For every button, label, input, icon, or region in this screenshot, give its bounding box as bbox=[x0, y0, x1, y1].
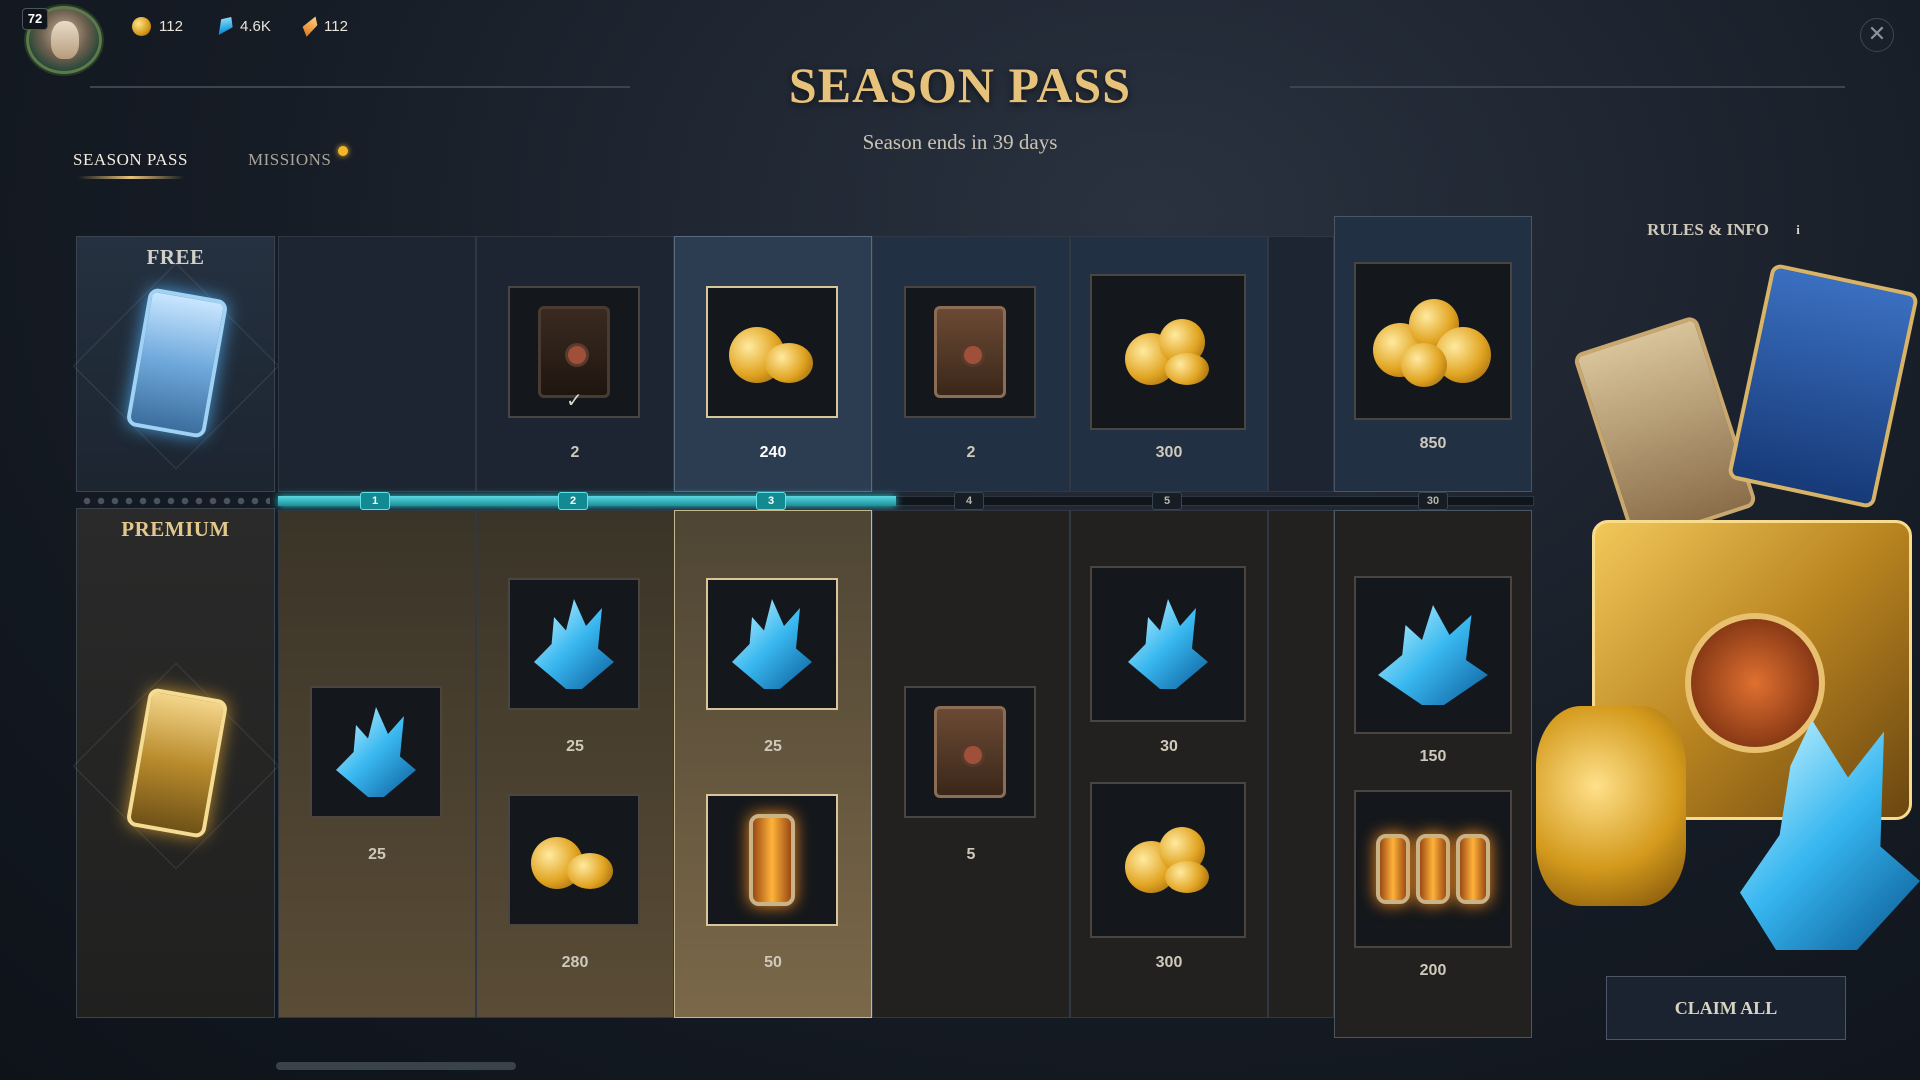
free-reward-level-partial bbox=[1268, 236, 1334, 492]
player-level-badge: 72 bbox=[22, 8, 48, 30]
premium-reward-slot[interactable] bbox=[508, 578, 640, 710]
premium-reward-value: 50 bbox=[764, 954, 782, 971]
coin-shape bbox=[1401, 343, 1447, 387]
currency-shard: 112 bbox=[304, 14, 348, 38]
gold-coins-icon bbox=[1125, 319, 1211, 385]
free-reward-slot[interactable] bbox=[1090, 274, 1246, 430]
gold-coins-icon bbox=[729, 319, 815, 385]
lantern-icon bbox=[1456, 834, 1490, 904]
currency-gold: 112 bbox=[132, 14, 183, 38]
blue-crystal-icon bbox=[1128, 599, 1208, 689]
free-reward-slot[interactable] bbox=[1354, 262, 1512, 420]
level-node[interactable]: 4 bbox=[954, 492, 984, 510]
premium-reward-value: 200 bbox=[1419, 962, 1447, 979]
coin-shape bbox=[1165, 353, 1209, 385]
currency-gold-value: 112 bbox=[159, 17, 183, 35]
free-reward-level-1 bbox=[278, 236, 476, 492]
free-reward-slot[interactable] bbox=[904, 286, 1036, 418]
free-reward-value: 2 bbox=[570, 444, 580, 461]
keyhole-icon bbox=[1685, 613, 1825, 753]
premium-reward-value: 150 bbox=[1419, 748, 1447, 765]
gold-coins-icon bbox=[1125, 827, 1211, 893]
avatar-portrait bbox=[51, 21, 79, 59]
blue-crystal-icon bbox=[732, 599, 812, 689]
lantern-icon bbox=[749, 814, 795, 906]
free-reward-value: 2 bbox=[966, 444, 976, 461]
premium-reward-value: 25 bbox=[566, 738, 584, 755]
currency-shard-value: 112 bbox=[324, 17, 348, 35]
premium-reward-value: 280 bbox=[561, 954, 589, 971]
lantern-icon bbox=[1416, 834, 1450, 904]
level-node[interactable]: 2 bbox=[558, 492, 588, 510]
premium-reward-value: 25 bbox=[764, 738, 782, 755]
free-reward-slot-selected[interactable] bbox=[706, 286, 838, 418]
lantern-icon bbox=[1376, 834, 1410, 904]
level-node[interactable]: 5 bbox=[1152, 492, 1182, 510]
blue-crystal-icon bbox=[336, 707, 416, 797]
close-button[interactable]: ✕ bbox=[1860, 18, 1894, 52]
blue-crystal-cluster-icon bbox=[1378, 605, 1488, 705]
premium-reward-slot[interactable] bbox=[706, 794, 838, 926]
claimed-check-icon: ✓ bbox=[566, 388, 583, 412]
rules-info-label: RULES & INFO bbox=[1647, 220, 1769, 239]
missions-notification-dot bbox=[338, 146, 348, 156]
level-node[interactable]: 30 bbox=[1418, 492, 1448, 510]
tab-season-pass[interactable]: SEASON PASS bbox=[73, 150, 188, 170]
premium-reward-slot[interactable] bbox=[310, 686, 442, 818]
blue-crystal-icon bbox=[534, 599, 614, 689]
tab-missions[interactable]: MISSIONS bbox=[248, 150, 331, 170]
premium-track-panel[interactable]: PREMIUM bbox=[72, 508, 280, 1018]
premium-reward-value: 5 bbox=[966, 846, 976, 863]
free-reward-value: 300 bbox=[1155, 444, 1183, 461]
premium-reward-slot[interactable] bbox=[508, 794, 640, 926]
track-divider-dots bbox=[80, 497, 270, 505]
gold-coins-icon bbox=[531, 827, 617, 893]
premium-reward-slot[interactable] bbox=[1090, 566, 1246, 722]
premium-reward-slot[interactable] bbox=[1354, 790, 1512, 948]
level-node[interactable]: 1 bbox=[360, 492, 390, 510]
rules-info-button[interactable]: RULES & INFO i bbox=[1647, 220, 1807, 240]
level-node[interactable]: 3 bbox=[756, 492, 786, 510]
currency-crystal: 4.6K bbox=[218, 14, 271, 38]
coin-shape bbox=[1165, 861, 1209, 893]
lantern-bundle-icon bbox=[1376, 834, 1490, 904]
premium-reward-value: 30 bbox=[1160, 738, 1178, 755]
premium-reward-value: 300 bbox=[1155, 954, 1183, 971]
coin-shape bbox=[567, 853, 613, 889]
blue-crystal-icon bbox=[213, 13, 237, 39]
gold-coin-icon bbox=[132, 16, 151, 36]
card-pack-icon bbox=[934, 706, 1006, 798]
card-pack-icon bbox=[934, 306, 1006, 398]
premium-reward-level-partial bbox=[1268, 510, 1334, 1018]
claim-all-button[interactable]: CLAIM ALL bbox=[1606, 976, 1846, 1040]
premium-reward-slot[interactable] bbox=[1354, 576, 1512, 734]
gold-coins-pile-art bbox=[1536, 706, 1686, 906]
page-title: SEASON PASS bbox=[788, 57, 1132, 113]
premium-reward-slot[interactable] bbox=[904, 686, 1036, 818]
premium-track-label: PREMIUM bbox=[121, 517, 230, 541]
premium-reward-slot[interactable] bbox=[706, 578, 838, 710]
card-pack-icon bbox=[538, 306, 610, 398]
premium-reward-value: 25 bbox=[368, 846, 386, 863]
horizontal-scrollbar[interactable] bbox=[276, 1062, 516, 1070]
tab-active-indicator bbox=[78, 176, 184, 179]
coin-shape bbox=[765, 343, 813, 383]
free-track-panel: FREE bbox=[72, 236, 280, 492]
free-reward-value: 850 bbox=[1419, 435, 1447, 452]
info-icon: i bbox=[1796, 222, 1800, 237]
orange-shard-icon bbox=[299, 13, 320, 38]
currency-crystal-value: 4.6K bbox=[240, 17, 271, 35]
gold-coins-pile-icon bbox=[1373, 293, 1493, 389]
gold-card-pack-art bbox=[1572, 314, 1758, 546]
premium-reward-slot[interactable] bbox=[1090, 782, 1246, 938]
free-reward-value: 240 bbox=[759, 444, 787, 461]
blue-card-pack-art bbox=[1726, 262, 1920, 510]
